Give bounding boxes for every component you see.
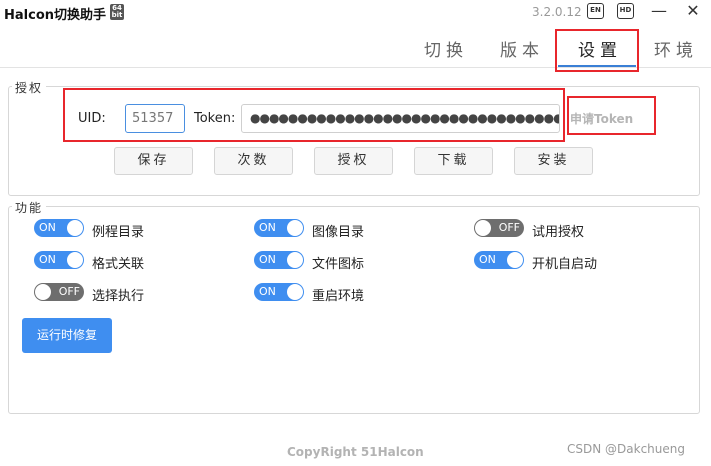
close-icon[interactable]: ✕	[682, 1, 704, 23]
tab-version[interactable]: 版本	[500, 36, 544, 61]
language-button[interactable]: EN	[587, 3, 604, 19]
toggle-restart-env[interactable]: ON	[254, 283, 304, 301]
toggle-knob	[35, 284, 51, 300]
toggle-knob	[287, 252, 303, 268]
title-bar: Halcon切换助手 64 bit 3.2.0.12 EN HD — ✕	[0, 0, 711, 26]
feature-label-image-dir: 图像目录	[312, 225, 365, 240]
tab-switch[interactable]: 切换	[424, 36, 468, 61]
toggle-state: ON	[39, 221, 56, 234]
save-button[interactable]: 保存	[114, 147, 193, 175]
toggle-autostart[interactable]: ON	[474, 251, 524, 269]
feature-label-format-assoc: 格式关联	[92, 257, 145, 272]
toggle-knob	[67, 252, 83, 268]
count-button[interactable]: 次数	[214, 147, 293, 175]
authorize-button[interactable]: 授权	[314, 147, 393, 175]
toggle-example-dir[interactable]: ON	[34, 219, 84, 237]
app-title: Halcon切换助手 64 bit	[4, 4, 125, 23]
toggle-knob	[475, 220, 491, 236]
features-group-title: 功能	[12, 199, 47, 216]
feature-label-restart-env: 重启环境	[312, 289, 365, 304]
toggle-trial-license[interactable]: OFF	[474, 219, 524, 237]
highlight-box-settings-tab	[555, 29, 639, 72]
minimize-icon[interactable]: —	[648, 1, 670, 23]
toggle-image-dir[interactable]: ON	[254, 219, 304, 237]
toggle-knob	[507, 252, 523, 268]
toggle-knob	[287, 220, 303, 236]
feature-label-example-dir: 例程目录	[92, 225, 145, 240]
toggle-state: OFF	[498, 221, 520, 234]
toggle-state: ON	[259, 285, 276, 298]
toggle-state: OFF	[58, 285, 80, 298]
runtime-repair-button[interactable]: 运行时修复	[22, 318, 112, 353]
toggle-state: ON	[479, 253, 496, 266]
bits-badge-icon: 64 bit	[110, 4, 125, 20]
auth-group-title: 授权	[12, 79, 47, 96]
highlight-box-apply-token	[567, 96, 656, 135]
app-title-text: Halcon切换助手	[4, 8, 107, 23]
toggle-file-icon[interactable]: ON	[254, 251, 304, 269]
toggle-knob	[287, 284, 303, 300]
toggle-select-exec[interactable]: OFF	[34, 283, 84, 301]
install-button[interactable]: 安装	[514, 147, 593, 175]
toggle-state: ON	[39, 253, 56, 266]
toggle-format-assoc[interactable]: ON	[34, 251, 84, 269]
toggle-state: ON	[259, 253, 276, 266]
toggle-knob	[67, 220, 83, 236]
feature-label-autostart: 开机自启动	[532, 257, 598, 272]
highlight-box-credentials	[63, 88, 565, 142]
hd-button[interactable]: HD	[617, 3, 634, 19]
version-label: 3.2.0.12	[532, 5, 582, 19]
toggle-state: ON	[259, 221, 276, 234]
download-button[interactable]: 下载	[414, 147, 493, 175]
tab-environment[interactable]: 环境	[654, 36, 698, 61]
watermark-text: CSDN @Dakchueng	[567, 442, 685, 456]
copyright-text: CopyRight 51Halcon	[287, 445, 424, 459]
feature-label-file-icon: 文件图标	[312, 257, 365, 272]
feature-label-trial-license: 试用授权	[532, 225, 585, 240]
feature-label-select-exec: 选择执行	[92, 289, 145, 304]
